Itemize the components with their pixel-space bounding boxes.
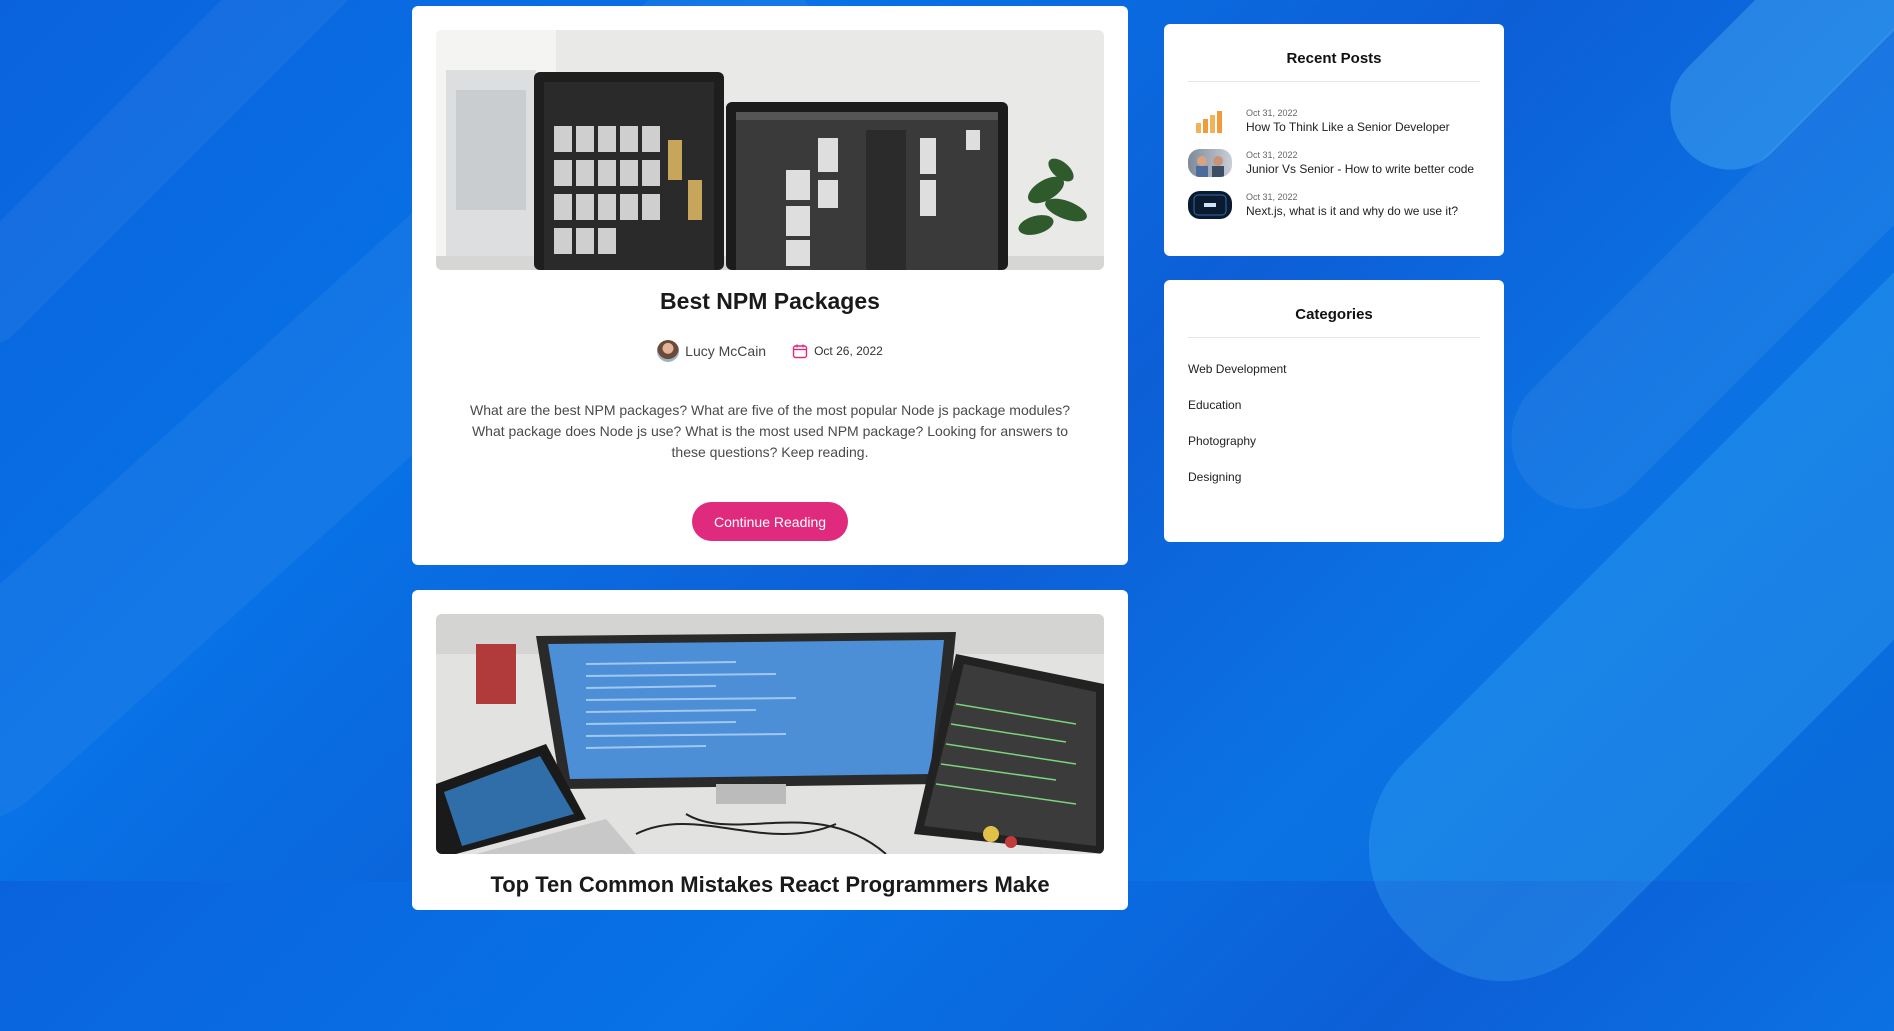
- desk-setup-photo: [436, 614, 1104, 854]
- author-name: Lucy McCain: [685, 343, 767, 359]
- recent-post-thumbnail: [1188, 107, 1232, 135]
- post-meta: Lucy McCain Oct 26, 2022: [412, 340, 1128, 362]
- post-card: Best NPM Packages Lucy McCain Oct 26, 20…: [412, 6, 1128, 565]
- category-link-education[interactable]: Education: [1188, 398, 1241, 412]
- post-hero-image[interactable]: [436, 30, 1104, 270]
- recent-post-thumbnail: [1188, 191, 1232, 219]
- divider: [1188, 81, 1480, 82]
- recent-post-title[interactable]: Junior Vs Senior - How to write better c…: [1246, 161, 1474, 177]
- calendar-icon: [792, 344, 808, 359]
- recent-posts-title: Recent Posts: [1286, 50, 1382, 67]
- category-link-web-development[interactable]: Web Development: [1188, 362, 1287, 376]
- divider: [1188, 337, 1480, 338]
- continue-reading-button[interactable]: Continue Reading: [692, 502, 848, 541]
- background-stripe: [0, 0, 480, 365]
- recent-post-item[interactable]: Oct 31, 2022 Junior Vs Senior - How to w…: [1188, 146, 1484, 180]
- background-stripe: [1482, 0, 1894, 538]
- post-title[interactable]: Top Ten Common Mistakes React Programmer…: [412, 872, 1128, 898]
- background-stripe: [1645, 0, 1894, 195]
- post-date-text: Oct 26, 2022: [814, 344, 883, 358]
- recent-post-thumbnail: [1188, 149, 1232, 177]
- post-hero-image[interactable]: [436, 614, 1104, 854]
- post-date: Oct 26, 2022: [792, 343, 883, 359]
- category-link-photography[interactable]: Photography: [1188, 434, 1256, 448]
- recent-post-title[interactable]: Next.js, what is it and why do we use it…: [1246, 203, 1458, 219]
- recent-post-date: Oct 31, 2022: [1246, 191, 1298, 202]
- recent-post-date: Oct 31, 2022: [1246, 107, 1298, 118]
- post-title[interactable]: Best NPM Packages: [412, 288, 1128, 315]
- recent-post-date: Oct 31, 2022: [1246, 149, 1298, 160]
- recent-post-item[interactable]: Oct 31, 2022 Next.js, what is it and why…: [1188, 188, 1484, 222]
- post-author[interactable]: Lucy McCain: [657, 340, 766, 362]
- post-card: Top Ten Common Mistakes React Programmer…: [412, 590, 1128, 910]
- category-link-designing[interactable]: Designing: [1188, 470, 1241, 484]
- recent-post-item[interactable]: Oct 31, 2022 How To Think Like a Senior …: [1188, 104, 1484, 138]
- author-avatar: [657, 340, 680, 362]
- post-excerpt: What are the best NPM packages? What are…: [470, 402, 1070, 460]
- categories-widget: Categories Web Development Education Pho…: [1164, 280, 1504, 542]
- monitors-photo: [436, 30, 1104, 270]
- categories-title: Categories: [1295, 306, 1373, 323]
- recent-posts-widget: Recent Posts Oct 31, 2022 How To Think L…: [1164, 24, 1504, 256]
- recent-post-title[interactable]: How To Think Like a Senior Developer: [1246, 119, 1450, 135]
